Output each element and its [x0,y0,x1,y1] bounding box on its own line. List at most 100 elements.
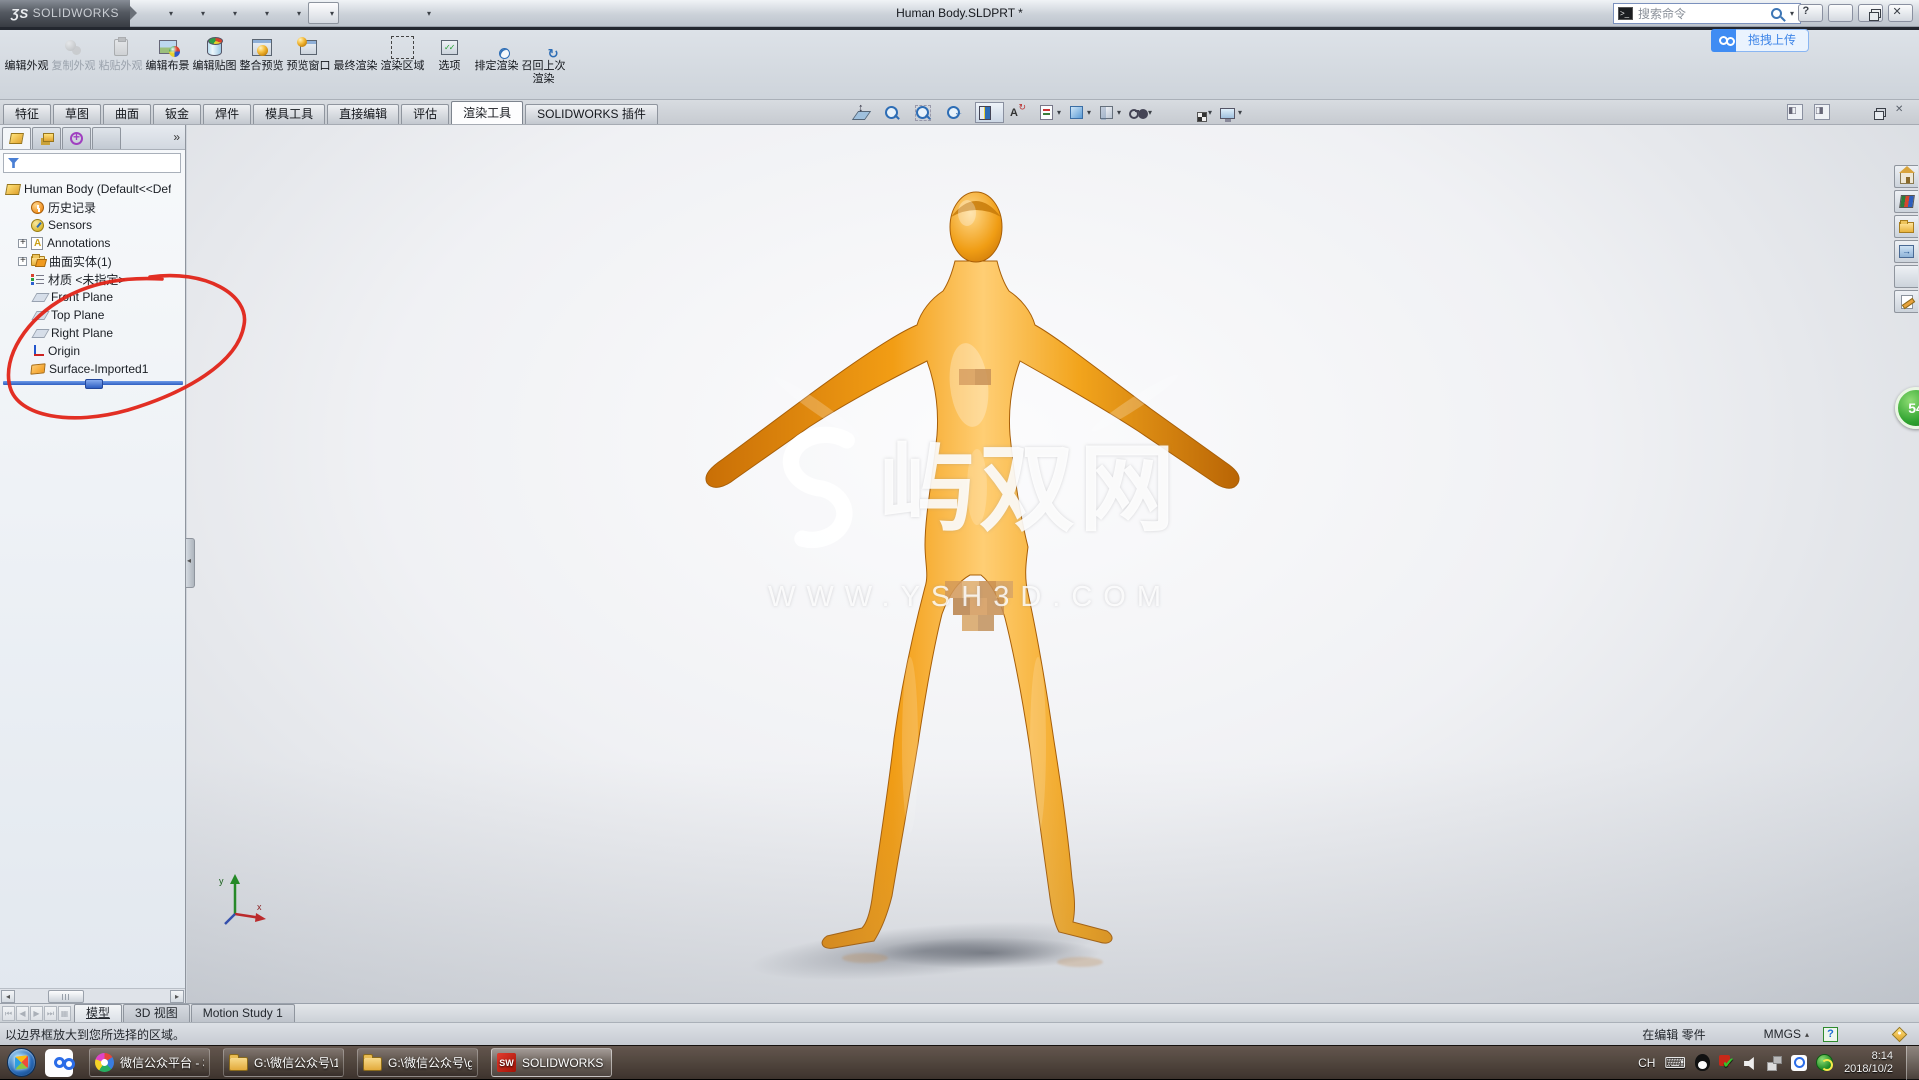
tab-list-icon[interactable]: ▦ [58,1006,71,1021]
dropdown-caret-icon[interactable] [199,9,207,18]
recall-last-render-button[interactable]: 召回上次渲染 [520,33,567,86]
tree-item[interactable]: 历史记录 [3,198,185,216]
tree-item[interactable]: Front Plane [3,288,185,306]
section-view-button[interactable] [975,102,1004,123]
render-options-button[interactable]: 选项 [426,33,473,73]
pane-previous-button[interactable] [1786,103,1804,120]
tree-item[interactable]: 曲面实体(1) [3,252,185,270]
ribbon-tab[interactable]: SOLIDWORKS 插件 [525,104,658,124]
dropdown-caret-icon[interactable] [1055,108,1063,117]
expander-icon[interactable] [18,347,27,356]
tree-item[interactable]: 材质 <未指定> [3,270,185,288]
expander-icon[interactable] [18,275,27,284]
doc-restore-button[interactable] [1867,104,1886,120]
dropdown-caret-icon[interactable] [328,9,336,18]
tree-item[interactable]: Sensors [3,216,185,234]
network-icon[interactable] [1767,1056,1783,1071]
qq-icon[interactable] [1695,1054,1711,1071]
ribbon-tab[interactable]: 草图 [53,104,102,124]
dropdown-caret-icon[interactable] [1085,108,1093,117]
units-selector[interactable]: MMGS [1764,1027,1801,1041]
design-library-button[interactable] [1894,190,1918,213]
final-render-button[interactable]: 最终渲染 [332,33,379,73]
custom-properties-button[interactable] [1894,290,1918,313]
first-tab-icon[interactable]: ⏮ [2,1006,15,1021]
floating-speedup-badge[interactable]: 54 [1895,387,1919,429]
taskbar-clock[interactable]: 8:14 2018/10/2 [1844,1050,1893,1076]
doc-minimize-button[interactable] [1840,104,1858,119]
upload-button[interactable]: 拖拽上传 [1736,29,1810,52]
ribbon-tab[interactable]: 钣金 [153,104,202,124]
ime-keyboard-icon[interactable] [1664,1054,1686,1072]
expander-icon[interactable] [18,365,27,374]
tree-filter-input[interactable] [3,153,181,173]
tree-item[interactable]: Right Plane [3,324,185,342]
solidworks-resources-button[interactable] [1894,165,1918,188]
dropdown-caret-icon[interactable] [167,9,175,18]
taskbar-solidworks-button[interactable]: SOLIDWORKS P... [491,1048,612,1077]
taskbar-folder1-button[interactable]: G:\微信公众号\1... [223,1048,344,1077]
netdisk-icon[interactable] [1711,29,1736,52]
view-settings-button[interactable] [1218,102,1246,123]
integrated-preview-button[interactable]: 整合预览 [238,33,285,73]
expander-icon[interactable] [18,237,27,248]
prev-tab-icon[interactable]: ◀ [16,1006,29,1021]
ribbon-tab[interactable]: 渲染工具 [451,101,524,124]
appearances-scenes-button[interactable] [1894,265,1918,288]
graphics-viewport[interactable]: 屿双网 WWW.YSH3D.COM y x 54 [187,125,1919,1003]
display-mode-button[interactable] [1097,102,1125,123]
scrollbar-track[interactable] [16,989,169,1003]
view-orientation-button[interactable] [1006,102,1035,123]
file-explorer-button[interactable] [1894,215,1918,238]
expander-icon[interactable] [18,293,27,302]
start-button[interactable] [7,1048,36,1077]
copy-appearance-button[interactable]: 复制外观 [50,33,97,73]
ribbon-tab[interactable]: 特征 [3,104,52,124]
configurationmanager-tab[interactable] [62,127,91,149]
edit-appearance-view-button[interactable] [1158,102,1186,123]
restore-button[interactable] [1858,4,1883,22]
command-search[interactable]: 搜索命令 [1613,3,1801,24]
zoom-to-area-button[interactable] [913,102,942,123]
edit-appearance-button[interactable]: 编辑外观 [3,33,50,73]
scrollbar-thumb[interactable] [48,989,84,1003]
dropdown-caret-icon[interactable] [263,9,271,18]
panel-tabs-overflow[interactable]: » [173,130,180,144]
search-icon[interactable] [1771,8,1782,19]
view-palette-button[interactable] [1894,240,1918,263]
antivirus-icon[interactable] [1719,1054,1735,1072]
doc-close-button[interactable] [1894,104,1912,119]
edit-scene-button[interactable]: 编辑布景 [144,33,191,73]
apply-scene-button[interactable] [1188,102,1216,123]
displaymanager-tab[interactable] [92,127,121,149]
zoom-to-fit-button[interactable] [851,102,880,123]
tree-item[interactable]: Surface-Imported1 [3,360,185,378]
expander-icon[interactable] [18,329,27,338]
new-document-button[interactable] [148,2,177,24]
select-button[interactable] [308,2,339,24]
propertymanager-tab[interactable] [32,127,61,149]
tree-root-item[interactable]: Human Body (Default<<Def [3,180,185,198]
preview-window-button[interactable]: 预览窗口 [285,33,332,73]
dropdown-caret-icon[interactable] [1236,108,1244,117]
help-button[interactable] [1798,4,1823,22]
expander-icon[interactable] [18,203,27,212]
dropdown-caret-icon[interactable] [1206,108,1214,117]
ribbon-tab[interactable]: 评估 [401,104,450,124]
undo-button[interactable] [276,2,305,24]
expander-icon[interactable] [18,221,27,230]
quick-tips-icon[interactable] [1823,1026,1838,1042]
ribbon-tab[interactable]: 焊件 [203,104,252,124]
schedule-render-button[interactable]: 排定渲染 [473,33,520,73]
paste-appearance-button[interactable]: 粘贴外观 [97,33,144,73]
minimize-button[interactable] [1828,4,1853,22]
document-tab[interactable]: Motion Study 1 [190,1004,295,1022]
show-desktop-button[interactable] [1906,1045,1919,1080]
tree-item[interactable]: Annotations [3,234,185,252]
expander-icon[interactable] [18,311,27,320]
pane-next-button[interactable] [1813,103,1831,120]
render-region-button[interactable]: 渲染区域 [379,33,426,73]
units-caret-icon[interactable]: ▴ [1805,1030,1809,1039]
open-button[interactable] [180,2,209,24]
print-button[interactable] [244,2,273,24]
